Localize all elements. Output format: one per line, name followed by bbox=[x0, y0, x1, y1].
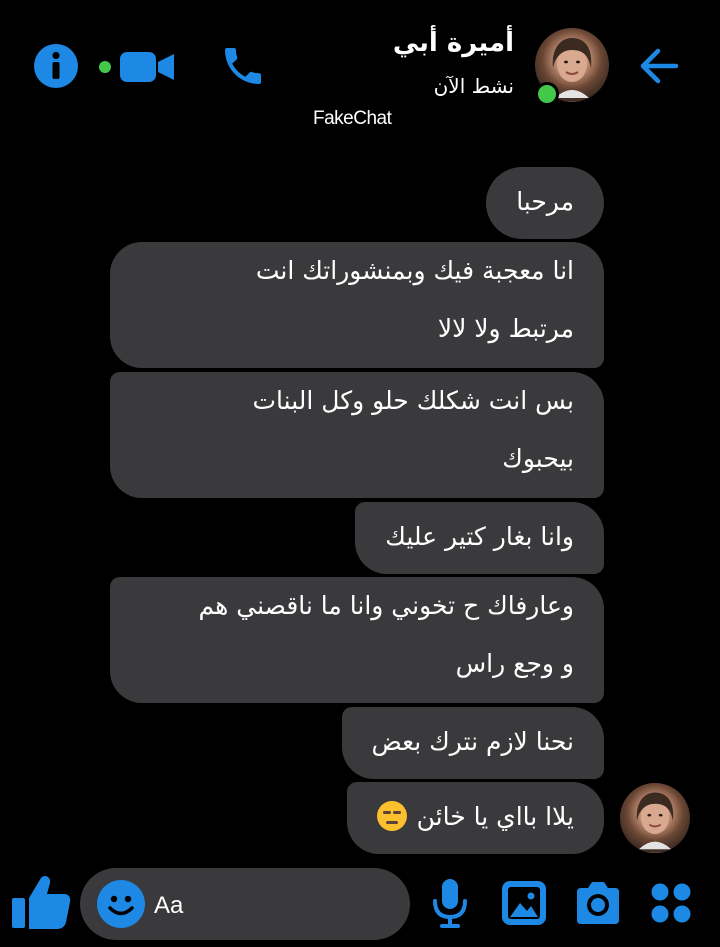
message-bubble-1[interactable]: مرحبا bbox=[486, 167, 604, 239]
back-arrow-icon[interactable] bbox=[636, 44, 682, 88]
message-text-line-1: وعارفاك ح تخوني وانا ما ناقصني هم bbox=[198, 591, 575, 620]
message-text-content: يلاا بااي يا خائن bbox=[416, 802, 574, 831]
info-icon[interactable] bbox=[33, 43, 79, 89]
like-icon[interactable] bbox=[10, 872, 72, 932]
message-bubble-4[interactable]: وانا بغار كتير عليك bbox=[355, 502, 604, 574]
message-text: نحنا لازم نترك بعض bbox=[371, 727, 574, 756]
more-apps-icon[interactable] bbox=[650, 882, 692, 924]
contact-name[interactable]: أميرة أبي bbox=[393, 28, 514, 58]
active-status: نشط الآن bbox=[433, 74, 514, 98]
message-bubble-3[interactable]: بس انت شكلك حلو وكل البنات بيحبوك bbox=[110, 372, 604, 498]
message-text-line-1: بس انت شكلك حلو وكل البنات bbox=[252, 386, 574, 415]
video-call-icon[interactable] bbox=[96, 48, 178, 86]
fakechat-watermark: FakeChat bbox=[313, 108, 392, 129]
message-bubble-5[interactable]: وعارفاك ح تخوني وانا ما ناقصني هم و وجع … bbox=[110, 577, 604, 703]
message-text-line-2: و وجع راس bbox=[455, 649, 574, 678]
message-bubble-2[interactable]: انا معجبة فيك وبمنشوراتك انت مرتبط ولا ل… bbox=[110, 242, 604, 368]
message-text: وانا بغار كتير عليك bbox=[385, 522, 574, 551]
message-bubble-7[interactable]: يلاا بااي يا خائن bbox=[346, 782, 604, 854]
message-text-line-2: مرتبط ولا لالا bbox=[437, 314, 574, 343]
message-bubble-6[interactable]: نحنا لازم نترك بعض bbox=[341, 707, 604, 779]
microphone-icon[interactable] bbox=[430, 877, 470, 931]
phone-icon[interactable] bbox=[218, 42, 268, 90]
message-text-line-1: انا معجبة فيك وبمنشوراتك انت bbox=[255, 256, 574, 285]
camera-icon[interactable] bbox=[573, 880, 623, 926]
message-text: يلاا بااي يا خائن bbox=[376, 786, 574, 848]
emoji-icon[interactable] bbox=[96, 879, 146, 929]
message-text: مرحبا bbox=[516, 187, 574, 216]
gallery-icon[interactable] bbox=[500, 879, 548, 927]
sender-avatar[interactable] bbox=[620, 783, 690, 853]
message-input[interactable]: Aa bbox=[154, 892, 183, 920]
unamused-face-emoji bbox=[376, 801, 407, 831]
message-text-line-2: بيحبوك bbox=[502, 444, 574, 473]
online-status-dot bbox=[535, 82, 559, 106]
